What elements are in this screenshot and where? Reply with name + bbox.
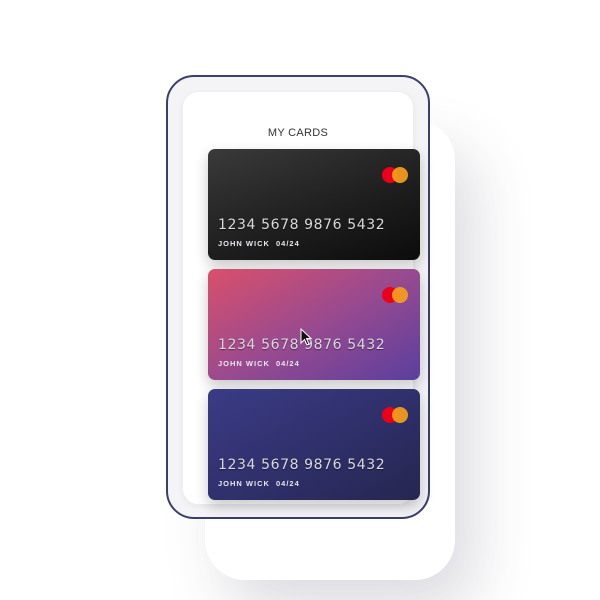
card-expiry: 04/24 <box>276 239 300 248</box>
mastercard-icon <box>382 167 408 183</box>
card-holder: JOHN WICK <box>218 239 270 248</box>
phone-frame: MY CARDS 1234 5678 9876 5432 JOHN WICK 0… <box>166 75 430 519</box>
card-purple[interactable]: 1234 5678 9876 5432 JOHN WICK 04/24 <box>208 269 420 380</box>
phone-screen: MY CARDS 1234 5678 9876 5432 JOHN WICK 0… <box>182 91 420 505</box>
card-expiry: 04/24 <box>276 359 300 368</box>
card-number: 1234 5678 9876 5432 <box>218 217 386 233</box>
mouse-cursor-icon <box>300 328 312 346</box>
card-expiry: 04/24 <box>276 479 300 488</box>
card-black[interactable]: 1234 5678 9876 5432 JOHN WICK 04/24 <box>208 149 420 260</box>
card-navy[interactable]: 1234 5678 9876 5432 JOHN WICK 04/24 <box>208 389 420 500</box>
card-holder: JOHN WICK <box>218 359 270 368</box>
page-title: MY CARDS <box>267 127 329 139</box>
card-holder: JOHN WICK <box>218 479 270 488</box>
mastercard-icon <box>382 407 408 423</box>
card-number: 1234 5678 9876 5432 <box>218 457 386 473</box>
mastercard-icon <box>382 287 408 303</box>
